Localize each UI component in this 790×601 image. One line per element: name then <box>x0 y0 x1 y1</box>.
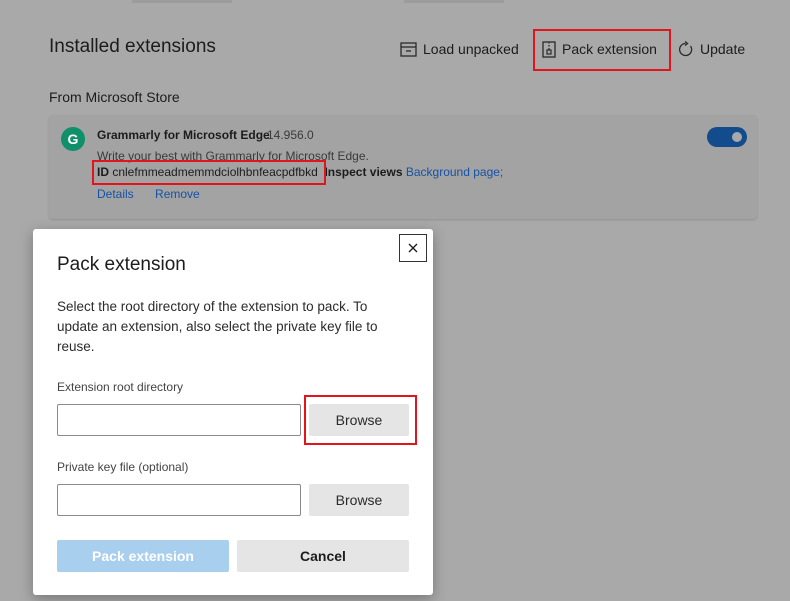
key-browse-button[interactable]: Browse <box>309 484 409 516</box>
load-unpacked-label: Load unpacked <box>423 41 519 57</box>
top-strip <box>404 0 504 3</box>
section-label: From Microsoft Store <box>49 89 180 105</box>
inspect-views-label: Inspect views <box>324 165 403 179</box>
extension-version: 14.956.0 <box>267 128 314 142</box>
root-directory-input[interactable] <box>57 404 301 436</box>
pack-extension-submit-button[interactable]: Pack extension <box>57 540 229 572</box>
extension-name: Grammarly for Microsoft Edge <box>97 128 270 142</box>
pack-extension-highlight <box>533 29 671 71</box>
private-key-input[interactable] <box>57 484 301 516</box>
toggle-knob <box>732 132 742 142</box>
grammarly-logo-icon: G <box>61 127 85 151</box>
update-button[interactable]: Update <box>677 38 745 60</box>
load-unpacked-icon <box>400 41 417 57</box>
id-highlight <box>92 160 326 185</box>
cancel-button[interactable]: Cancel <box>237 540 409 572</box>
page-title: Installed extensions <box>49 36 216 57</box>
close-icon[interactable] <box>399 234 427 262</box>
top-strip <box>132 0 232 3</box>
extension-links: Details Remove <box>97 187 200 201</box>
refresh-icon <box>679 40 693 56</box>
browse-highlight <box>304 395 417 445</box>
dialog-title: Pack extension <box>57 254 186 275</box>
extension-enable-toggle[interactable] <box>707 127 747 147</box>
update-label: Update <box>700 41 746 57</box>
private-key-label: Private key file (optional) <box>57 460 189 474</box>
dialog-description: Select the root directory of the extensi… <box>57 299 378 354</box>
remove-link[interactable]: Remove <box>155 187 200 201</box>
load-unpacked-button[interactable]: Load unpacked <box>400 38 519 60</box>
background-page-link[interactable]: Background page; <box>406 165 503 179</box>
details-link[interactable]: Details <box>97 187 134 201</box>
root-directory-label: Extension root directory <box>57 380 184 394</box>
